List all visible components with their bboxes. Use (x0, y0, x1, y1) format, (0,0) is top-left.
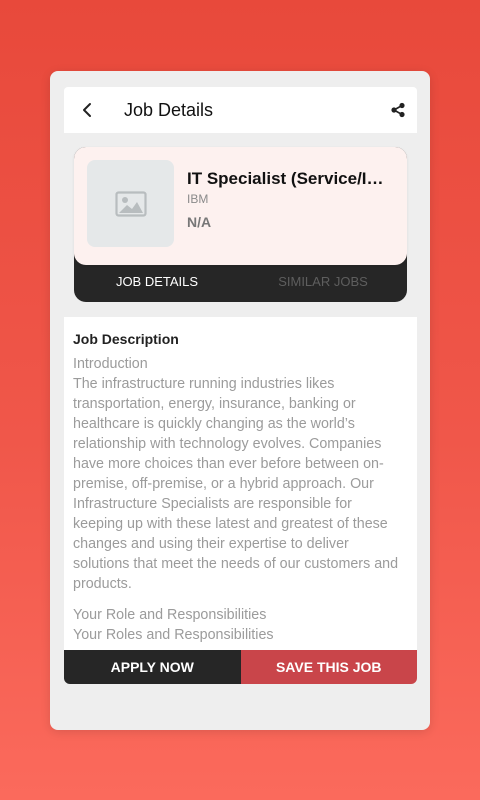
share-icon (391, 102, 405, 118)
chevron-left-icon (83, 103, 91, 117)
image-placeholder-icon (114, 190, 147, 217)
share-button[interactable] (387, 99, 409, 121)
company-name: IBM (187, 192, 209, 206)
intro-label: Introduction (73, 356, 148, 372)
company-logo (87, 160, 174, 247)
section-heading: Job Description (73, 331, 179, 347)
roles-label: Your Roles and Responsibilities (73, 627, 274, 643)
job-description-panel[interactable]: Job Description Introduction The infrast… (64, 317, 417, 650)
intro-text: The infrastructure running industries li… (73, 376, 399, 592)
app-frame: Job Details IT Specialist (Service/Infra… (50, 71, 430, 730)
job-summary-card: IT Specialist (Service/Infrastructure) I… (74, 147, 407, 265)
role-label: Your Role and Responsibilities (73, 607, 267, 623)
app-header: Job Details (64, 87, 417, 133)
back-button[interactable] (76, 98, 100, 122)
description-body: Introduction The infrastructure running … (73, 354, 405, 645)
apply-now-button[interactable]: APPLY NOW (64, 650, 241, 684)
job-title: IT Specialist (Service/Infrastructure) (187, 169, 392, 188)
job-location: N/A (187, 214, 212, 230)
save-job-button[interactable]: SAVE THIS JOB (240, 650, 417, 684)
tab-job-details[interactable]: JOB DETAILS (74, 274, 240, 289)
tab-similar-jobs[interactable]: SIMILAR JOBS (240, 274, 406, 289)
action-bar: APPLY NOW SAVE THIS JOB (64, 650, 417, 684)
page-title: Job Details (124, 100, 214, 120)
